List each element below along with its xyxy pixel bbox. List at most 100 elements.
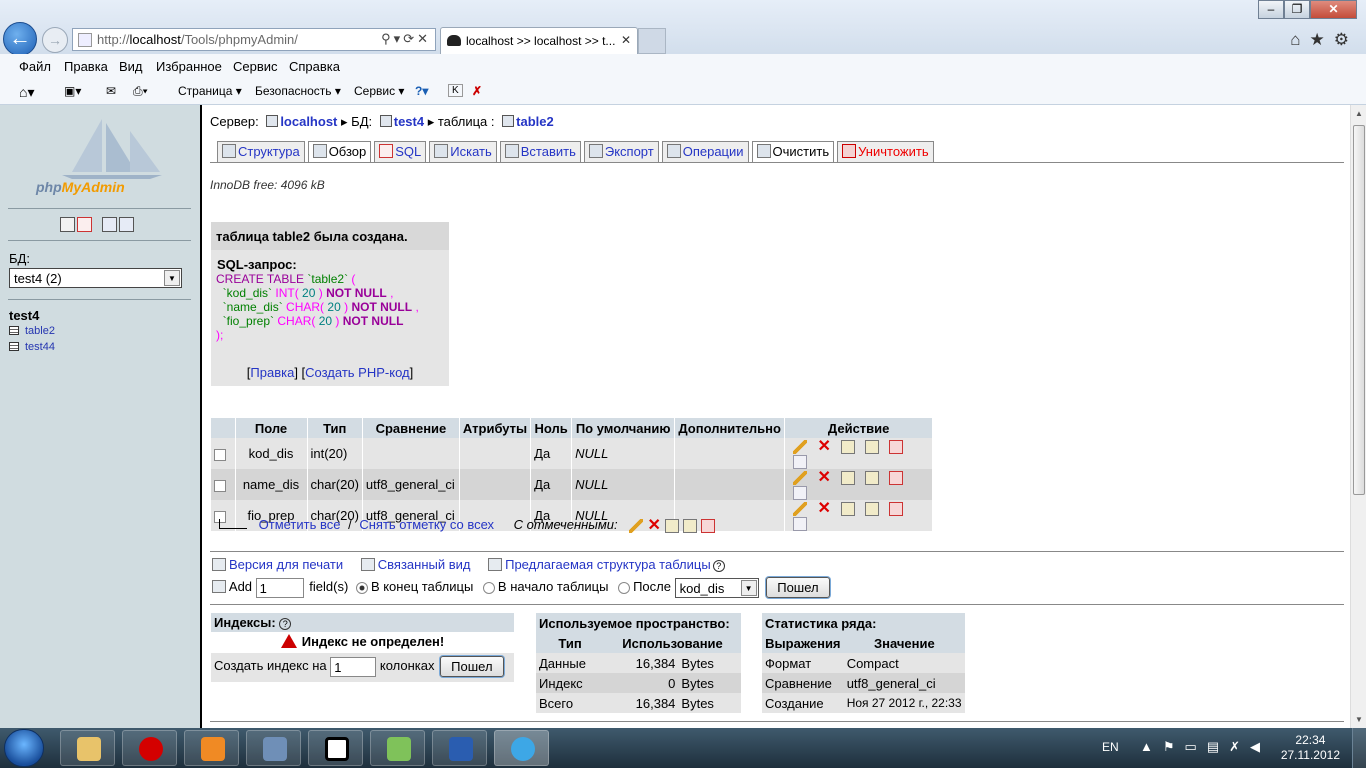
flag-icon[interactable]: ⚑ [1163,739,1185,754]
tab-search[interactable]: Искать [429,141,497,162]
scroll-down-icon[interactable]: ▼ [1351,711,1366,728]
tab-insert[interactable]: Вставить [499,141,581,162]
unique-icon[interactable] [889,439,904,454]
tab-empty[interactable]: Очистить [751,141,835,162]
address-tools[interactable]: ⚲▾⟳✕ [381,31,431,47]
row-checkbox[interactable] [214,448,226,461]
delete-icon[interactable]: ✕ [817,469,831,485]
index-icon[interactable] [865,470,880,485]
explorer-app[interactable] [60,730,115,766]
radio-at-begin[interactable] [482,581,495,594]
browser-tab[interactable]: localhost >> localhost >> t... ✕ [440,27,638,54]
language-indicator[interactable]: EN [1102,740,1119,754]
primary-key-icon[interactable] [841,470,856,485]
opera-app[interactable] [122,730,177,766]
volume-icon[interactable]: ◀ [1250,739,1270,754]
create-php-link[interactable]: Создать PHP-код [305,365,409,380]
stop-icon[interactable]: ✕ [417,31,431,46]
relation-view-link[interactable]: Связанный вид [378,557,471,572]
db-link[interactable]: test4 [394,114,424,129]
search-icon[interactable]: ⚲▾ [381,31,403,46]
help-icon[interactable] [119,217,134,232]
field-name[interactable]: name_dis [235,469,308,501]
index-icon[interactable] [683,518,698,533]
sidebar-item-label[interactable]: table2 [25,325,55,337]
after-label[interactable]: После [633,579,671,594]
tab-structure[interactable]: Структура [217,141,305,162]
word-app[interactable] [432,730,487,766]
home-icon[interactable]: ⌂▾ [19,84,34,101]
sql-query-icon[interactable] [77,217,92,232]
propose-structure-link[interactable]: Предлагаемая структура таблицы [505,557,711,572]
edit-icon[interactable] [629,518,644,533]
index-icon[interactable] [865,501,880,516]
delete-icon[interactable]: ✕ [817,500,831,516]
device-icon[interactable]: ▤ [1207,739,1229,754]
close-window-button[interactable]: ✕ [1310,0,1357,19]
maximize-button[interactable]: ❐ [1284,0,1310,19]
forward-button[interactable]: → [42,27,68,53]
minimize-button[interactable]: – [1258,0,1284,19]
bin-app[interactable] [370,730,425,766]
fulltext-icon[interactable] [793,517,808,532]
cmd-page[interactable]: Страница ▾ [178,84,242,98]
sidebar-item-table2[interactable]: table2 [9,325,55,337]
close-tab-icon[interactable]: ✕ [621,33,631,47]
table-link[interactable]: table2 [516,114,554,129]
unique-icon[interactable] [701,518,716,533]
scrollbar-thumb[interactable] [1353,125,1365,495]
add-field-go-button[interactable]: Пошел [766,577,830,598]
radio-at-end[interactable] [355,581,368,594]
field-name[interactable]: kod_dis [235,438,308,470]
field-count-input[interactable]: 1 [255,577,304,598]
fulltext-icon[interactable] [793,455,808,470]
fulltext-icon[interactable] [793,486,808,501]
help-icon[interactable]: ? [279,618,292,630]
row-checkbox[interactable] [214,479,226,492]
star-icon[interactable]: ★ [1310,30,1334,49]
ie-app[interactable] [494,730,549,766]
help-icon[interactable]: ?▾ [415,84,428,98]
menu-tools[interactable]: Сервис [233,59,278,74]
delete-icon[interactable]: ✕ [817,438,831,454]
tab-export[interactable]: Экспорт [583,141,659,162]
phpmyadmin-logo[interactable]: phpMyAdmin [32,117,172,197]
edit-icon[interactable] [793,501,808,516]
tab-operations[interactable]: Операции [661,141,749,162]
cmd-tools[interactable]: Сервис ▾ [354,84,404,98]
menu-view[interactable]: Вид [119,59,143,74]
vertical-scrollbar[interactable]: ▲ ▼ [1350,105,1366,728]
at-end-label[interactable]: В конец таблицы [371,579,473,594]
docs-icon[interactable] [102,217,117,232]
database-name[interactable]: test4 [9,308,39,323]
select-all-link[interactable]: Отметить все [259,517,341,532]
media-app[interactable] [184,730,239,766]
chevron-up-icon[interactable]: ▲ [1140,739,1163,754]
mail-icon[interactable]: ✉ [106,84,116,98]
home-icon[interactable] [60,217,75,232]
gear-icon[interactable]: ⚙ [1334,30,1358,49]
monitor-icon[interactable]: ▭ [1185,739,1207,754]
edit-icon[interactable] [793,439,808,454]
edit-icon[interactable] [793,470,808,485]
primary-key-icon[interactable] [665,518,680,533]
tab-drop[interactable]: Уничтожить [837,141,934,162]
network-icon[interactable]: ✗ [1229,739,1250,754]
show-desktop-button[interactable] [1352,728,1366,768]
unselect-all-link[interactable]: Снять отметку со всех [359,517,494,532]
tool-icon[interactable]: ✗ [472,84,482,98]
index-columns-input[interactable]: 1 [330,656,377,677]
primary-key-icon[interactable] [841,501,856,516]
print-view-link[interactable]: Версия для печати [229,557,343,572]
primary-key-icon[interactable] [841,439,856,454]
table-icon[interactable] [9,326,19,335]
menu-edit[interactable]: Правка [64,59,108,74]
unique-icon[interactable] [889,470,904,485]
back-button[interactable]: ← [3,22,37,56]
sidebar-item-label[interactable]: test44 [25,341,55,353]
menu-help[interactable]: Справка [289,59,340,74]
help-icon[interactable]: ? [712,560,725,572]
sidebar-item-test44[interactable]: test44 [9,341,55,353]
cmd-safety[interactable]: Безопасность ▾ [255,84,341,98]
tab-sql[interactable]: SQL [374,141,427,162]
